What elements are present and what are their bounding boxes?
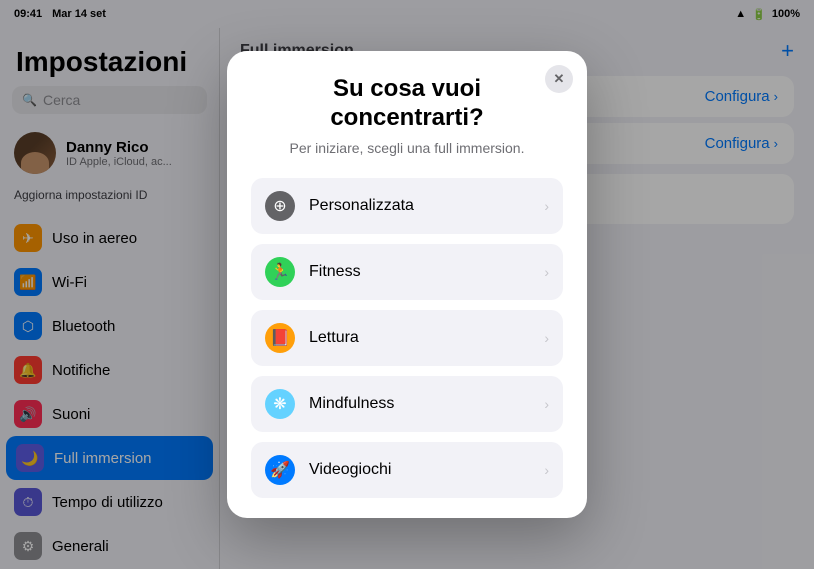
option-icon-lettura: 📕 — [265, 323, 295, 353]
option-label-fitness: Fitness — [309, 263, 530, 281]
option-label-personalizzata: Personalizzata — [309, 197, 530, 215]
modal-option-mindfulness[interactable]: ❋ Mindfulness › — [251, 376, 563, 432]
modal-close-button[interactable]: ✕ — [545, 65, 573, 93]
modal-option-personalizzata[interactable]: ⊕ Personalizzata › — [251, 178, 563, 234]
option-chevron-fitness: › — [544, 264, 549, 280]
option-chevron-videogiochi: › — [544, 462, 549, 478]
option-chevron-personalizzata: › — [544, 198, 549, 214]
modal-option-fitness[interactable]: 🏃 Fitness › — [251, 244, 563, 300]
modal-option-lettura[interactable]: 📕 Lettura › — [251, 310, 563, 366]
option-icon-fitness: 🏃 — [265, 257, 295, 287]
option-icon-videogiochi: 🚀 — [265, 455, 295, 485]
option-label-lettura: Lettura — [309, 329, 530, 347]
option-icon-personalizzata: ⊕ — [265, 191, 295, 221]
option-label-mindfulness: Mindfulness — [309, 395, 530, 413]
option-chevron-mindfulness: › — [544, 396, 549, 412]
modal-option-videogiochi[interactable]: 🚀 Videogiochi › — [251, 442, 563, 498]
option-icon-mindfulness: ❋ — [265, 389, 295, 419]
option-chevron-lettura: › — [544, 330, 549, 346]
option-label-videogiochi: Videogiochi — [309, 461, 530, 479]
modal-options: ⊕ Personalizzata › 🏃 Fitness › 📕 Lettura › ❋ Mindf… — [251, 178, 563, 498]
modal-title: Su cosa vuoiconcentrarti? — [251, 75, 563, 133]
modal-overlay: ✕ Su cosa vuoiconcentrarti? Per iniziare… — [0, 0, 814, 569]
modal-subtitle: Per iniziare, scegli una full immersion. — [251, 140, 563, 156]
modal: ✕ Su cosa vuoiconcentrarti? Per iniziare… — [227, 51, 587, 519]
